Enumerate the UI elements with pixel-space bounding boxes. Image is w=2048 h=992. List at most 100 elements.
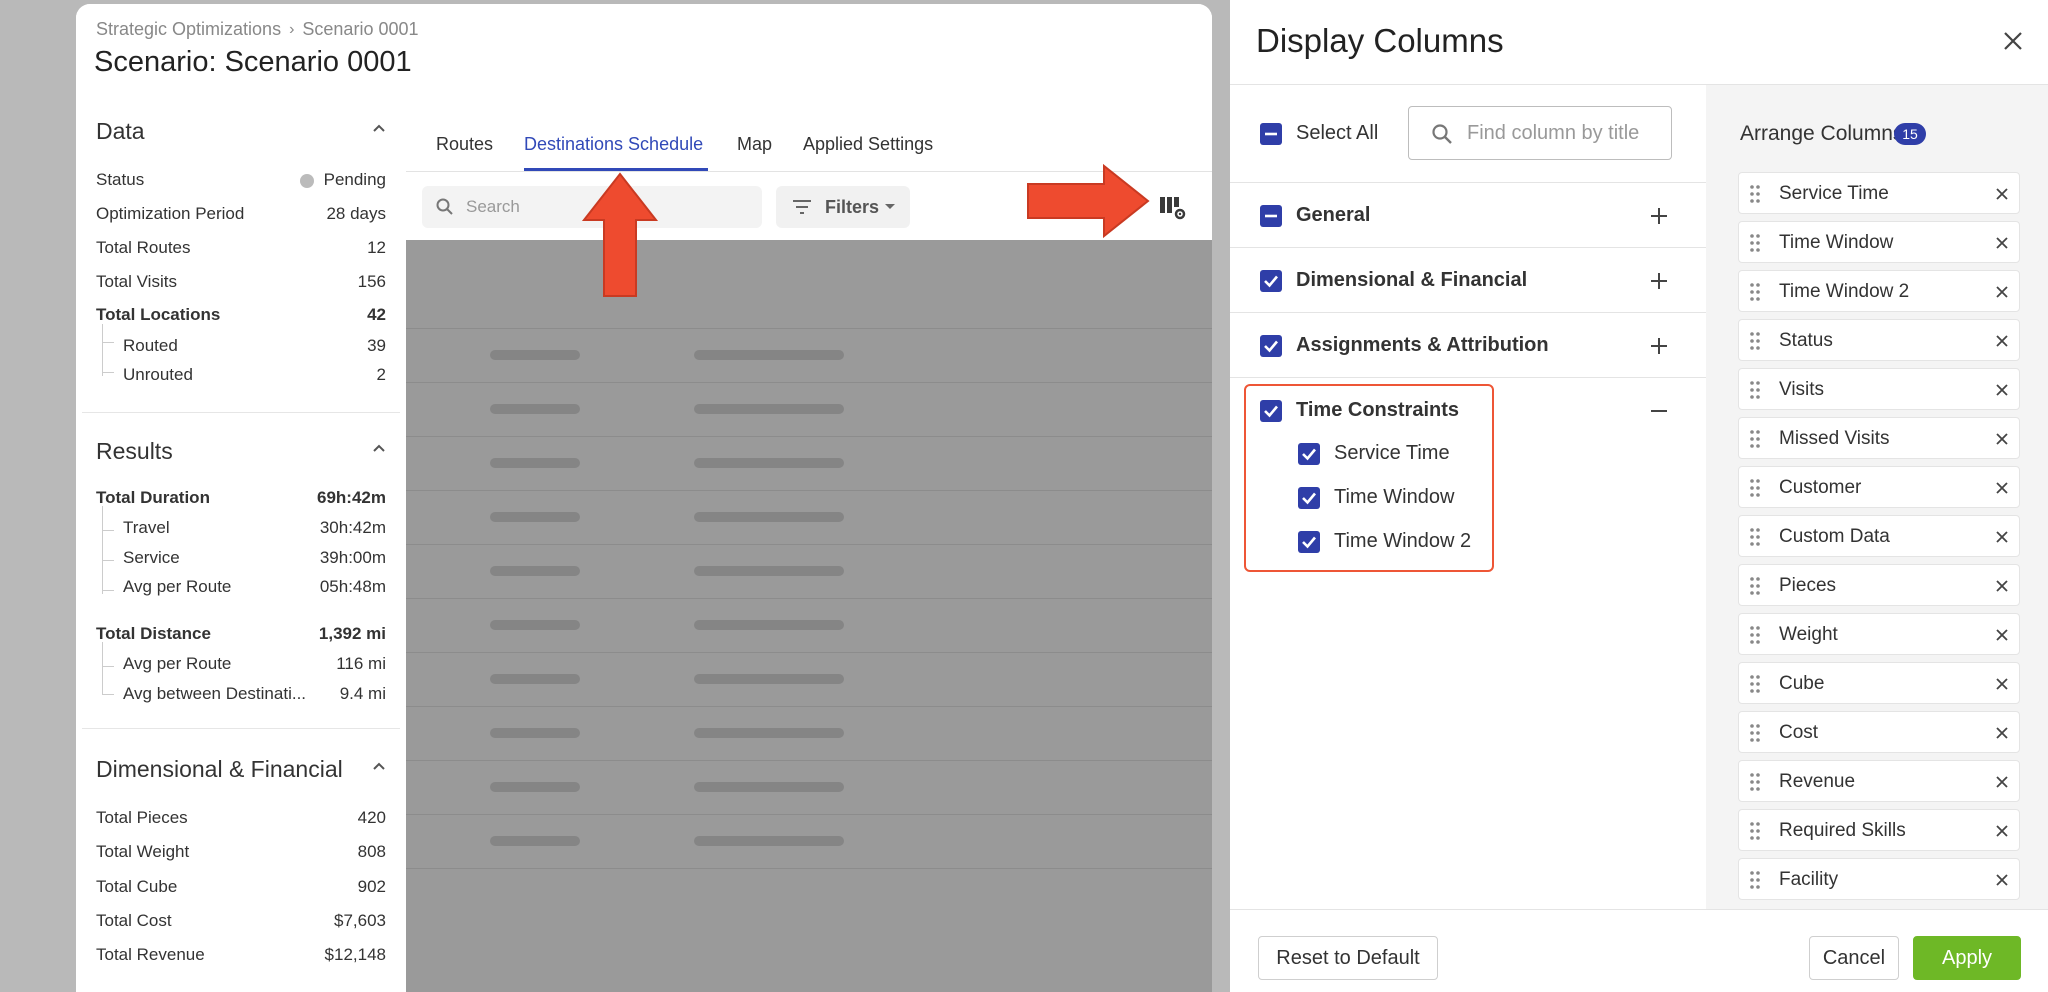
drag-handle-icon[interactable] bbox=[1749, 674, 1761, 694]
columns-settings-icon[interactable] bbox=[1158, 193, 1188, 223]
drag-handle-icon[interactable] bbox=[1749, 380, 1761, 400]
arrange-column-chip[interactable]: Missed Visits bbox=[1738, 417, 2020, 459]
drag-handle-icon[interactable] bbox=[1749, 184, 1761, 204]
drag-handle-icon[interactable] bbox=[1749, 331, 1761, 351]
group-assignments-checkbox[interactable] bbox=[1260, 335, 1282, 357]
arrange-column-label: Weight bbox=[1779, 624, 1838, 645]
reset-to-default-button[interactable]: Reset to Default bbox=[1258, 936, 1438, 980]
remove-icon[interactable] bbox=[1995, 579, 2009, 593]
drag-handle-icon[interactable] bbox=[1749, 527, 1761, 547]
drag-handle-icon[interactable] bbox=[1749, 821, 1761, 841]
arrange-column-chip[interactable]: Time Window 2 bbox=[1738, 270, 2020, 312]
group-time-constraints-checkbox[interactable] bbox=[1260, 400, 1282, 422]
arrange-column-chip[interactable]: Customer bbox=[1738, 466, 2020, 508]
tab-applied-settings[interactable]: Applied Settings bbox=[803, 134, 933, 155]
drag-handle-icon[interactable] bbox=[1749, 576, 1761, 596]
arrange-column-chip[interactable]: Status bbox=[1738, 319, 2020, 361]
column-time-window-2-checkbox[interactable] bbox=[1298, 531, 1320, 553]
arrange-column-label: Time Window 2 bbox=[1779, 281, 1910, 302]
results-row-total-distance: Total Distance 1,392 mi bbox=[96, 624, 386, 643]
drag-handle-icon[interactable] bbox=[1749, 625, 1761, 645]
close-icon[interactable] bbox=[2002, 30, 2024, 52]
caret-down-icon bbox=[885, 204, 895, 209]
tab-routes[interactable]: Routes bbox=[436, 134, 493, 155]
tab-map[interactable]: Map bbox=[737, 134, 772, 155]
arrange-column-chip[interactable]: Cost bbox=[1738, 711, 2020, 753]
minus-icon[interactable] bbox=[1650, 402, 1668, 420]
minus-check-icon bbox=[1265, 214, 1277, 218]
select-all-label: Select All bbox=[1296, 122, 1379, 144]
drag-handle-icon[interactable] bbox=[1749, 478, 1761, 498]
arrange-column-chip[interactable]: Facility bbox=[1738, 858, 2020, 900]
remove-icon[interactable] bbox=[1995, 873, 2009, 887]
drag-handle-icon[interactable] bbox=[1749, 429, 1761, 449]
remove-icon[interactable] bbox=[1995, 285, 2009, 299]
arrange-count-badge: 15 bbox=[1894, 123, 1926, 145]
filters-button[interactable]: Filters bbox=[776, 186, 910, 228]
arrange-column-chip[interactable]: Custom Data bbox=[1738, 515, 2020, 557]
remove-icon[interactable] bbox=[1995, 236, 2009, 250]
chevron-up-icon[interactable] bbox=[372, 760, 386, 774]
remove-icon[interactable] bbox=[1995, 824, 2009, 838]
arrow-up-icon bbox=[581, 172, 659, 297]
cancel-button[interactable]: Cancel bbox=[1809, 936, 1899, 980]
drag-handle-icon[interactable] bbox=[1749, 870, 1761, 890]
remove-icon[interactable] bbox=[1995, 432, 2009, 446]
chevron-up-icon[interactable] bbox=[372, 442, 386, 456]
group-general-label[interactable]: General bbox=[1296, 204, 1370, 227]
checkmark-icon bbox=[1302, 448, 1316, 461]
results-row-total-duration: Total Duration 69h:42m bbox=[96, 488, 386, 507]
arrange-column-chip[interactable]: Time Window bbox=[1738, 221, 2020, 263]
remove-icon[interactable] bbox=[1995, 677, 2009, 691]
apply-button[interactable]: Apply bbox=[1913, 936, 2021, 980]
arrange-column-chip[interactable]: Visits bbox=[1738, 368, 2020, 410]
drag-handle-icon[interactable] bbox=[1749, 772, 1761, 792]
arrange-column-label: Status bbox=[1779, 330, 1833, 351]
column-service-time-checkbox[interactable] bbox=[1298, 443, 1320, 465]
remove-icon[interactable] bbox=[1995, 530, 2009, 544]
summary-panel: Data Status Pending Optimization Period 28… bbox=[82, 102, 400, 992]
arrange-column-chip[interactable]: Weight bbox=[1738, 613, 2020, 655]
checkmark-icon bbox=[1264, 275, 1278, 288]
group-assignments-label[interactable]: Assignments & Attribution bbox=[1296, 334, 1549, 357]
arrange-column-chip[interactable]: Pieces bbox=[1738, 564, 2020, 606]
drag-handle-icon[interactable] bbox=[1749, 233, 1761, 253]
remove-icon[interactable] bbox=[1995, 628, 2009, 642]
remove-icon[interactable] bbox=[1995, 187, 2009, 201]
checkmark-icon bbox=[1302, 492, 1316, 505]
plus-icon[interactable] bbox=[1650, 337, 1668, 355]
find-placeholder: Find column by title bbox=[1467, 122, 1640, 144]
plus-icon[interactable] bbox=[1650, 207, 1668, 225]
arrange-column-chip[interactable]: Required Skills bbox=[1738, 809, 2020, 851]
drawer-footer: Reset to Default Cancel Apply bbox=[1230, 909, 2048, 992]
plus-icon[interactable] bbox=[1650, 272, 1668, 290]
arrange-column-chip[interactable]: Service Time bbox=[1738, 172, 2020, 214]
breadcrumb-parent[interactable]: Strategic Optimizations bbox=[96, 19, 281, 40]
group-dimensional-label[interactable]: Dimensional & Financial bbox=[1296, 269, 1527, 292]
tab-destinations-schedule[interactable]: Destinations Schedule bbox=[524, 134, 703, 155]
group-time-constraints-label[interactable]: Time Constraints bbox=[1296, 399, 1459, 422]
arrange-column-label: Customer bbox=[1779, 477, 1862, 498]
data-row-total-locations: Total Locations 42 bbox=[96, 305, 386, 324]
arrange-column-label: Cube bbox=[1779, 673, 1825, 694]
status-dot-icon bbox=[299, 173, 314, 188]
remove-icon[interactable] bbox=[1995, 775, 2009, 789]
display-columns-drawer: Display Columns Select All Find column b… bbox=[1230, 0, 2048, 992]
group-general-checkbox[interactable] bbox=[1260, 205, 1282, 227]
remove-icon[interactable] bbox=[1995, 383, 2009, 397]
remove-icon[interactable] bbox=[1995, 726, 2009, 740]
search-placeholder: Search bbox=[466, 197, 520, 216]
group-dimensional-checkbox[interactable] bbox=[1260, 270, 1282, 292]
arrange-columns-panel: Arrange Columns 15 Service Time Time Wind… bbox=[1706, 85, 2048, 909]
arrange-column-chip[interactable]: Cube bbox=[1738, 662, 2020, 704]
arrange-column-chip[interactable]: Revenue bbox=[1738, 760, 2020, 802]
find-column-input[interactable]: Find column by title bbox=[1408, 106, 1672, 160]
select-all-checkbox[interactable] bbox=[1260, 123, 1282, 145]
drag-handle-icon[interactable] bbox=[1749, 723, 1761, 743]
chevron-up-icon[interactable] bbox=[372, 122, 386, 136]
drag-handle-icon[interactable] bbox=[1749, 282, 1761, 302]
column-time-window-checkbox[interactable] bbox=[1298, 487, 1320, 509]
remove-icon[interactable] bbox=[1995, 334, 2009, 348]
remove-icon[interactable] bbox=[1995, 481, 2009, 495]
arrange-column-label: Time Window bbox=[1779, 232, 1894, 253]
